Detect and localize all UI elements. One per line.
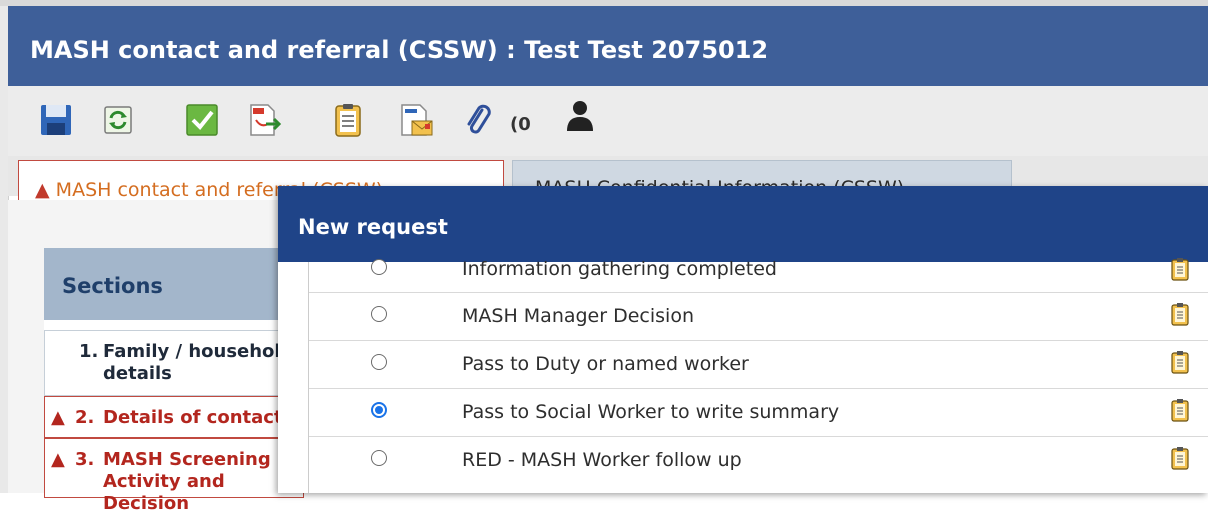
pdf-export-icon[interactable] <box>246 102 282 138</box>
form-title-bar: MASH contact and referral (CSSW) : Test … <box>8 6 1208 86</box>
warning-icon: ▲ <box>35 179 50 201</box>
save-icon[interactable] <box>38 102 74 138</box>
paperclip-icon[interactable] <box>460 102 496 138</box>
request-radio-selected[interactable] <box>371 402 387 418</box>
warning-icon: ▲ <box>51 407 65 428</box>
clipboard-icon[interactable] <box>330 102 366 138</box>
request-radio[interactable] <box>371 259 387 275</box>
list-item[interactable]: Pass to Duty or named worker <box>309 340 1208 389</box>
section-item-mash-screening[interactable]: ▲ 3. MASH Screening Activity and Decisio… <box>44 438 304 514</box>
section-label: Family / household details <box>103 341 294 384</box>
clipboard-icon[interactable] <box>1171 446 1189 470</box>
email-form-icon[interactable] <box>398 102 434 138</box>
sections-title: Sections <box>62 274 163 298</box>
clipboard-icon[interactable] <box>1171 302 1189 326</box>
request-radio[interactable] <box>371 450 387 466</box>
warning-icon: ▲ <box>51 449 65 470</box>
section-number: 1. <box>79 341 99 362</box>
section-item-family-household[interactable]: 1. Family / household details <box>44 330 304 396</box>
request-radio[interactable] <box>371 354 387 370</box>
new-request-dialog: New request Information gathering comple… <box>278 186 1208 493</box>
list-item[interactable]: MASH Manager Decision <box>309 292 1208 341</box>
section-item-details-of-contact[interactable]: ▲ 2. Details of contact <box>44 396 304 438</box>
request-option-label: Information gathering completed <box>462 258 777 280</box>
sections-panel: Sections 1. Family / household details ▲… <box>44 248 304 514</box>
request-options-list: Information gathering completed MASH Man… <box>308 258 1208 493</box>
dialog-title: New request <box>298 215 448 239</box>
request-option-label: Pass to Social Worker to write summary <box>462 401 840 423</box>
section-label: Details of contact <box>103 407 283 428</box>
refresh-icon[interactable] <box>100 102 136 138</box>
attachment-count: (0 <box>510 114 531 135</box>
checkmark-icon[interactable] <box>184 102 220 138</box>
clipboard-icon[interactable] <box>1171 398 1189 422</box>
form-toolbar: (0 <box>8 86 1208 157</box>
dialog-header: New request <box>278 186 1208 262</box>
request-option-label: RED - MASH Worker follow up <box>462 449 742 471</box>
form-title: MASH contact and referral (CSSW) : Test … <box>30 36 769 64</box>
request-radio[interactable] <box>371 306 387 322</box>
list-item[interactable]: Information gathering completed <box>309 253 1208 293</box>
request-option-label: Pass to Duty or named worker <box>462 353 749 375</box>
clipboard-icon[interactable] <box>1171 257 1189 281</box>
request-option-label: MASH Manager Decision <box>462 305 694 327</box>
list-item[interactable]: Pass to Social Worker to write summary <box>309 388 1208 437</box>
section-number: 3. <box>75 449 95 470</box>
clipboard-icon[interactable] <box>1171 350 1189 374</box>
list-item[interactable]: RED - MASH Worker follow up <box>309 436 1208 484</box>
person-icon[interactable] <box>562 98 598 134</box>
section-number: 2. <box>75 407 95 428</box>
sections-header: Sections <box>44 248 304 320</box>
section-label: MASH Screening Activity and Decision <box>103 449 271 514</box>
